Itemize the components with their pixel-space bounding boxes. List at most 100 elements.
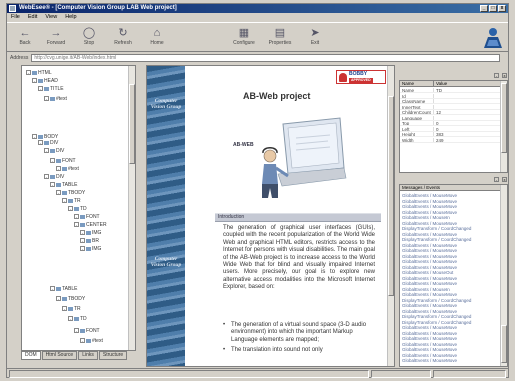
- tree-node[interactable]: - #text: [80, 338, 103, 344]
- message-item[interactable]: GlobalEvents / MouseMove: [400, 276, 501, 281]
- tree-node[interactable]: - IMG: [80, 246, 101, 252]
- panel-pin-icon[interactable]: -: [494, 177, 499, 182]
- tree-node[interactable]: - TBODY: [56, 190, 85, 196]
- message-item[interactable]: GlobalEvents / MouseMove: [400, 331, 501, 336]
- message-item[interactable]: GlobalEvents / MouseMove: [400, 353, 501, 358]
- tree-node[interactable]: - TD: [68, 316, 87, 322]
- tree-expander-icon[interactable]: -: [68, 206, 73, 211]
- panel-close-icon[interactable]: x: [502, 177, 507, 182]
- tree-node[interactable]: - FONT: [74, 328, 100, 334]
- message-item[interactable]: GlobalEvents / MouseMove: [400, 342, 501, 347]
- tree-expander-icon[interactable]: -: [38, 140, 43, 145]
- menu-help[interactable]: Help: [65, 13, 76, 21]
- column-header-value[interactable]: Value: [434, 81, 501, 86]
- menu-view[interactable]: View: [45, 13, 57, 21]
- message-item[interactable]: GlobalEvents / MouseMove: [400, 347, 501, 352]
- tree-expander-icon[interactable]: -: [50, 286, 55, 291]
- tree-node[interactable]: - DIV: [44, 174, 64, 180]
- tree-expander-icon[interactable]: -: [32, 78, 37, 83]
- title-bar[interactable]: WebEsee® - [Computer Vision Group LAB We…: [7, 4, 508, 13]
- tree-expander-icon[interactable]: -: [50, 158, 55, 163]
- tab-links[interactable]: Links: [78, 351, 98, 360]
- message-item[interactable]: GlobalEvents / MouseMove: [400, 303, 501, 308]
- exit-button[interactable]: ➤ Exit: [303, 26, 327, 50]
- tree-node[interactable]: - IMG: [80, 230, 101, 236]
- property-row[interactable]: Width 249: [400, 137, 501, 143]
- property-row[interactable]: Id: [400, 93, 501, 99]
- home-button[interactable]: ⌂ Home: [145, 26, 169, 50]
- message-item[interactable]: GlobalEvents / MouseIn: [400, 215, 501, 220]
- tree-node[interactable]: - TBODY: [56, 296, 85, 302]
- message-item[interactable]: GlobalEvents / MouseMove: [400, 243, 501, 248]
- back-button[interactable]: ← Back: [13, 26, 37, 50]
- message-item[interactable]: GlobalEvents / MouseMove: [400, 248, 501, 253]
- tree-node[interactable]: - FONT: [50, 158, 76, 164]
- forward-button[interactable]: → Forward: [44, 26, 68, 50]
- tree-expander-icon[interactable]: -: [44, 174, 49, 179]
- tree-node[interactable]: - CENTER: [74, 222, 107, 228]
- messages-scrollbar[interactable]: [500, 185, 507, 366]
- message-item[interactable]: DisplayTransform / CoordChanged: [400, 314, 501, 319]
- column-header-name[interactable]: Name: [400, 81, 434, 86]
- message-item[interactable]: GlobalEvents / MouseMove: [400, 309, 501, 314]
- property-row[interactable]: Top 0: [400, 121, 501, 126]
- message-item[interactable]: GlobalEvents / MouseMove: [400, 265, 501, 270]
- tree-expander-icon[interactable]: -: [62, 198, 67, 203]
- tab-html-source[interactable]: Html Source: [41, 351, 78, 360]
- message-item[interactable]: GlobalEvents / MouseIn: [400, 287, 501, 292]
- tree-node[interactable]: - #text: [56, 166, 79, 172]
- tree-expander-icon[interactable]: -: [80, 338, 85, 343]
- property-row[interactable]: Language: [400, 115, 501, 121]
- tree-expander-icon[interactable]: -: [50, 182, 55, 187]
- menu-edit[interactable]: Edit: [28, 13, 37, 21]
- tab-structure[interactable]: Structure: [98, 351, 128, 360]
- maximize-button[interactable]: □: [489, 5, 497, 12]
- tree-node[interactable]: - TR: [62, 306, 81, 312]
- tree-expander-icon[interactable]: -: [80, 238, 85, 243]
- tree-node[interactable]: - TABLE: [50, 182, 77, 188]
- tree-expander-icon[interactable]: -: [38, 86, 43, 91]
- refresh-button[interactable]: ↻ Refresh: [111, 26, 135, 50]
- message-item[interactable]: GlobalEvents / MouseMove: [400, 325, 501, 330]
- bobby-approved-badge[interactable]: BOBBY APPROVED: [336, 70, 386, 84]
- tree-node[interactable]: - FONT: [74, 214, 100, 220]
- stop-button[interactable]: ◯ Stop: [77, 26, 101, 50]
- tree-scrollbar[interactable]: [128, 66, 135, 350]
- tree-node[interactable]: - HTML: [26, 70, 52, 76]
- tree-expander-icon[interactable]: -: [62, 306, 67, 311]
- tree-expander-icon[interactable]: -: [56, 190, 61, 195]
- property-row[interactable]: Name TD: [400, 88, 501, 93]
- message-item[interactable]: GlobalEvents / MouseMove: [400, 358, 501, 363]
- properties-scroll-thumb[interactable]: [501, 83, 507, 153]
- panel-pin-icon[interactable]: -: [494, 73, 499, 78]
- tree-expander-icon[interactable]: -: [80, 230, 85, 235]
- tree-expander-icon[interactable]: -: [68, 316, 73, 321]
- tree-node[interactable]: - TITLE: [38, 86, 64, 92]
- close-button[interactable]: x: [498, 5, 506, 12]
- property-row[interactable]: Left 0: [400, 126, 501, 132]
- message-item[interactable]: GlobalEvents / MouseMove: [400, 204, 501, 209]
- message-item[interactable]: DisplayTransform / CoordChanged: [400, 320, 501, 325]
- tree-expander-icon[interactable]: -: [80, 246, 85, 251]
- property-row[interactable]: Height 383: [400, 132, 501, 137]
- messages-scroll-thumb[interactable]: [501, 325, 507, 363]
- message-item[interactable]: DisplayTransform / CoordChanged: [400, 237, 501, 242]
- message-item[interactable]: GlobalEvents / MouseOut: [400, 270, 501, 275]
- panel-close-icon[interactable]: x: [502, 73, 507, 78]
- tree-node[interactable]: - #text: [44, 96, 67, 102]
- properties-button[interactable]: ▤ Properties: [265, 26, 295, 50]
- message-item[interactable]: GlobalEvents / MouseMove: [400, 281, 501, 286]
- tree-node[interactable]: - TABLE: [50, 286, 77, 292]
- tree-expander-icon[interactable]: -: [32, 134, 37, 139]
- property-row[interactable]: InnerText: [400, 104, 501, 110]
- tree-expander-icon[interactable]: -: [56, 296, 61, 301]
- minimize-button[interactable]: _: [480, 5, 488, 12]
- document-scroll-thumb[interactable]: [388, 96, 394, 296]
- message-item[interactable]: DisplayTransform / CoordChanged: [400, 226, 501, 231]
- property-row[interactable]: ClassName: [400, 99, 501, 104]
- tree-node[interactable]: - DIV: [44, 148, 64, 154]
- configure-button[interactable]: ▦ Configure: [229, 26, 259, 50]
- tree-expander-icon[interactable]: -: [44, 96, 49, 101]
- message-item[interactable]: GlobalEvents / MouseMove: [400, 259, 501, 264]
- message-item[interactable]: GlobalEvents / MouseMove: [400, 221, 501, 226]
